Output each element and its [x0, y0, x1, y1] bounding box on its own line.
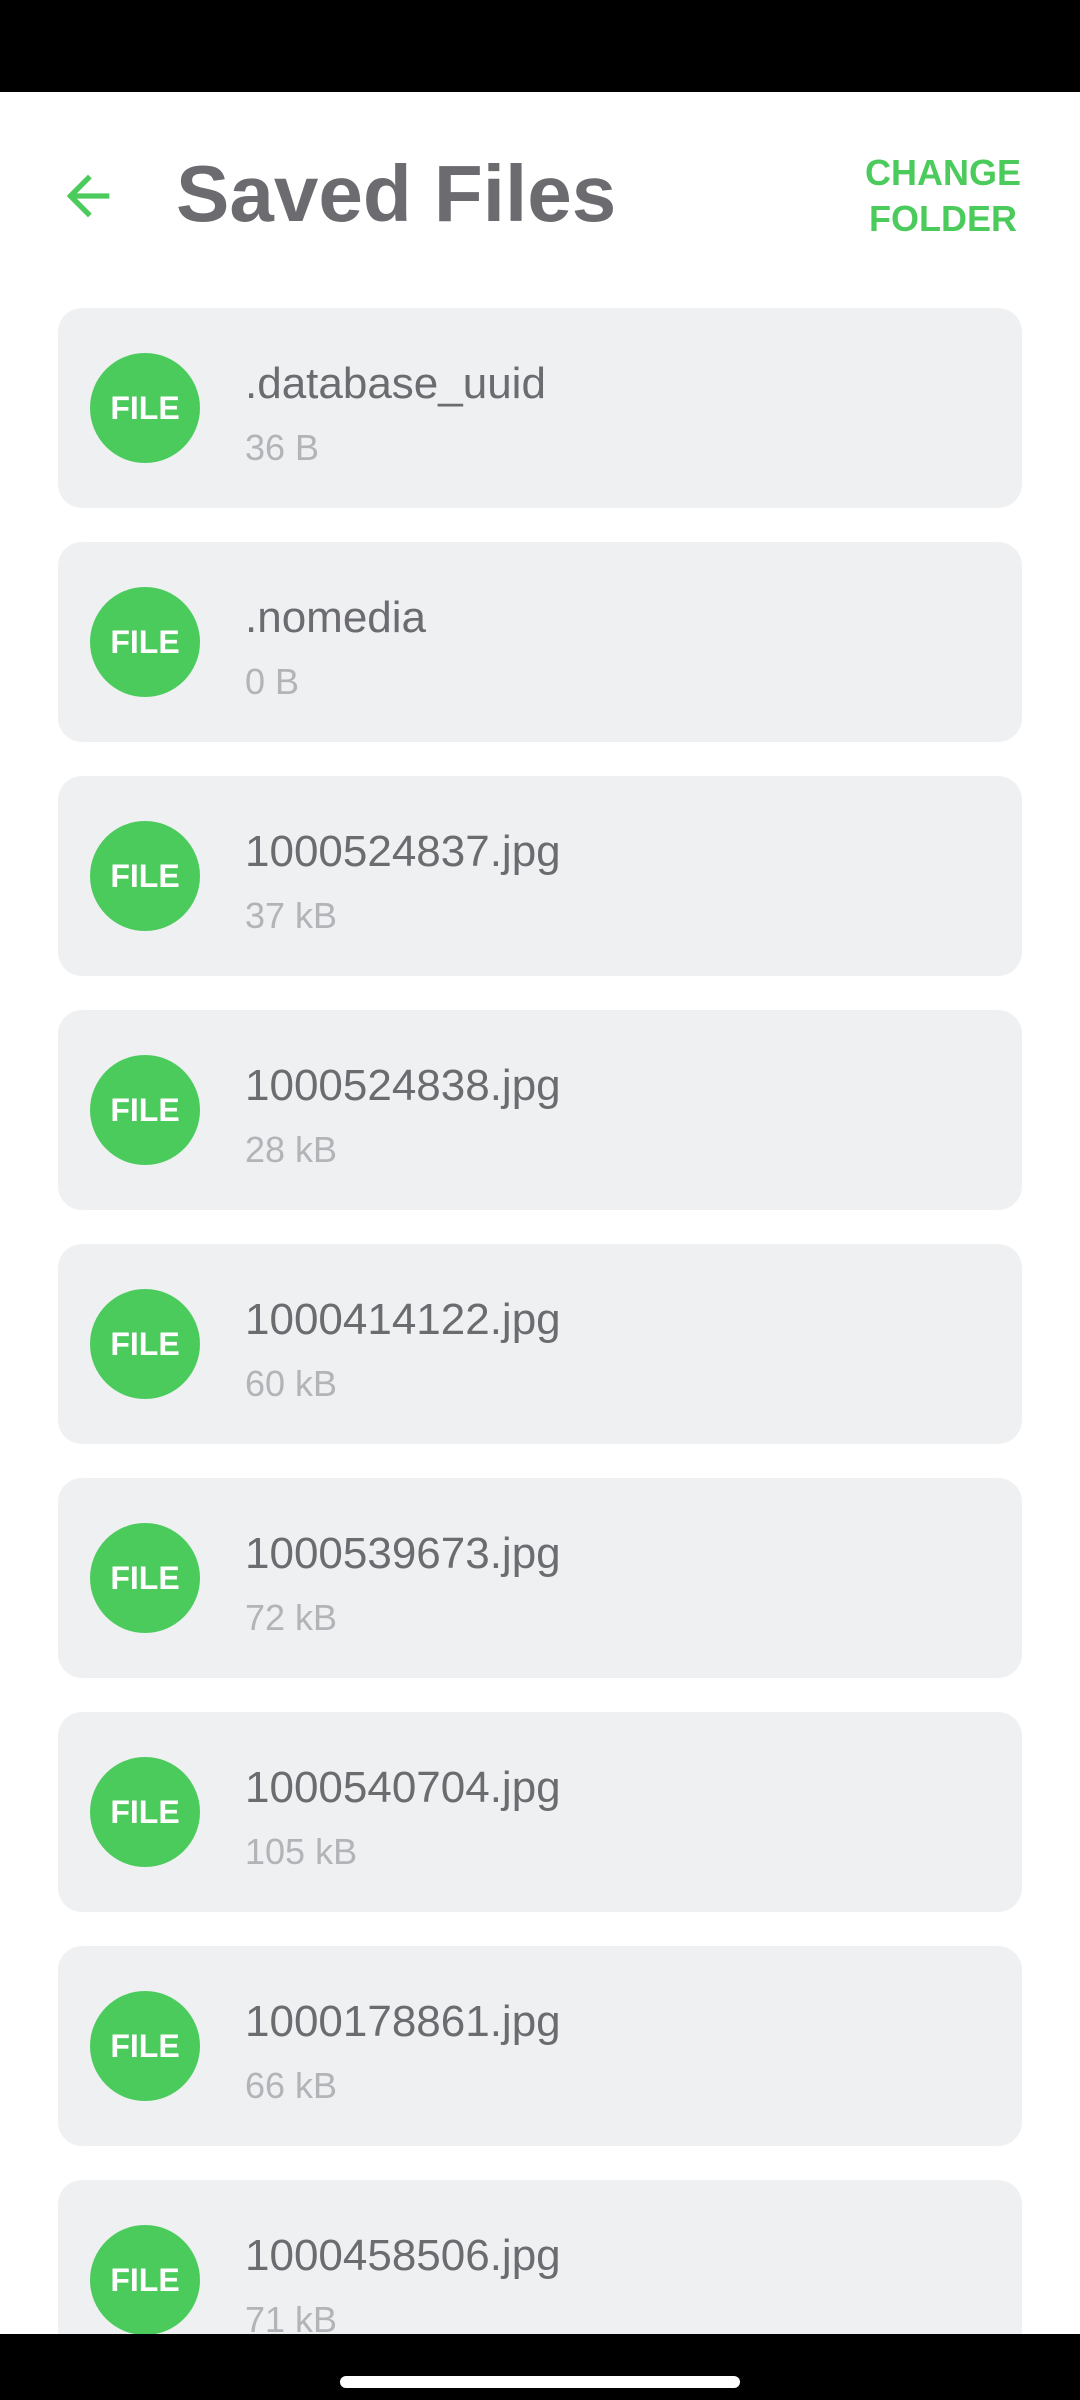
file-name: 1000458506.jpg	[245, 2231, 561, 2280]
file-name: 1000524837.jpg	[245, 827, 561, 876]
arrow-left-icon	[66, 174, 110, 218]
file-list[interactable]: FILE .database_uuid 36 B FILE .nomedia 0…	[0, 292, 1080, 2334]
file-size: 0 B	[245, 661, 300, 702]
file-badge: FILE	[90, 1991, 200, 2101]
navigation-bar	[0, 2334, 1080, 2400]
file-list-item[interactable]: FILE 1000539673.jpg 72 kB	[58, 1478, 1022, 1678]
file-name: .database_uuid	[245, 359, 546, 408]
file-size: 60 kB	[245, 1363, 338, 1404]
file-name: 1000524838.jpg	[245, 1061, 561, 1110]
file-size: 36 B	[245, 427, 320, 468]
file-badge: FILE	[90, 587, 200, 697]
app-bar: Saved Files CHANGE FOLDER	[0, 92, 1080, 292]
file-size: 105 kB	[245, 1831, 358, 1872]
file-name: 1000539673.jpg	[245, 1529, 561, 1578]
file-size: 37 kB	[245, 895, 338, 936]
file-name: 1000540704.jpg	[245, 1763, 561, 1812]
file-badge: FILE	[90, 2225, 200, 2334]
status-bar	[0, 0, 1080, 92]
file-badge: FILE	[90, 1523, 200, 1633]
file-badge: FILE	[90, 1757, 200, 1867]
file-list-item[interactable]: FILE 1000524837.jpg 37 kB	[58, 776, 1022, 976]
file-name: .nomedia	[245, 593, 427, 642]
file-list-items: FILE .database_uuid 36 B FILE .nomedia 0…	[58, 308, 1022, 2334]
file-size: 66 kB	[245, 2065, 338, 2106]
file-list-item[interactable]: FILE 1000524838.jpg 28 kB	[58, 1010, 1022, 1210]
file-list-item[interactable]: FILE .nomedia 0 B	[58, 542, 1022, 742]
file-size: 28 kB	[245, 1129, 338, 1170]
file-name: 1000178861.jpg	[245, 1997, 561, 2046]
file-size: 72 kB	[245, 1597, 338, 1638]
file-badge: FILE	[90, 1289, 200, 1399]
file-badge: FILE	[90, 1055, 200, 1165]
file-list-item[interactable]: FILE 1000540704.jpg 105 kB	[58, 1712, 1022, 1912]
file-name: 1000414122.jpg	[245, 1295, 561, 1344]
file-list-item[interactable]: FILE 1000178861.jpg 66 kB	[58, 1946, 1022, 2146]
file-badge: FILE	[90, 353, 200, 463]
back-button[interactable]	[44, 152, 132, 240]
file-size: 71 kB	[245, 2299, 338, 2334]
page-title: Saved Files	[176, 149, 617, 238]
home-indicator[interactable]	[340, 2376, 740, 2388]
file-list-item[interactable]: FILE 1000458506.jpg 71 kB	[58, 2180, 1022, 2334]
change-folder-button[interactable]: CHANGE FOLDER	[848, 150, 1038, 242]
file-badge: FILE	[90, 821, 200, 931]
file-list-item[interactable]: FILE 1000414122.jpg 60 kB	[58, 1244, 1022, 1444]
file-list-item[interactable]: FILE .database_uuid 36 B	[58, 308, 1022, 508]
